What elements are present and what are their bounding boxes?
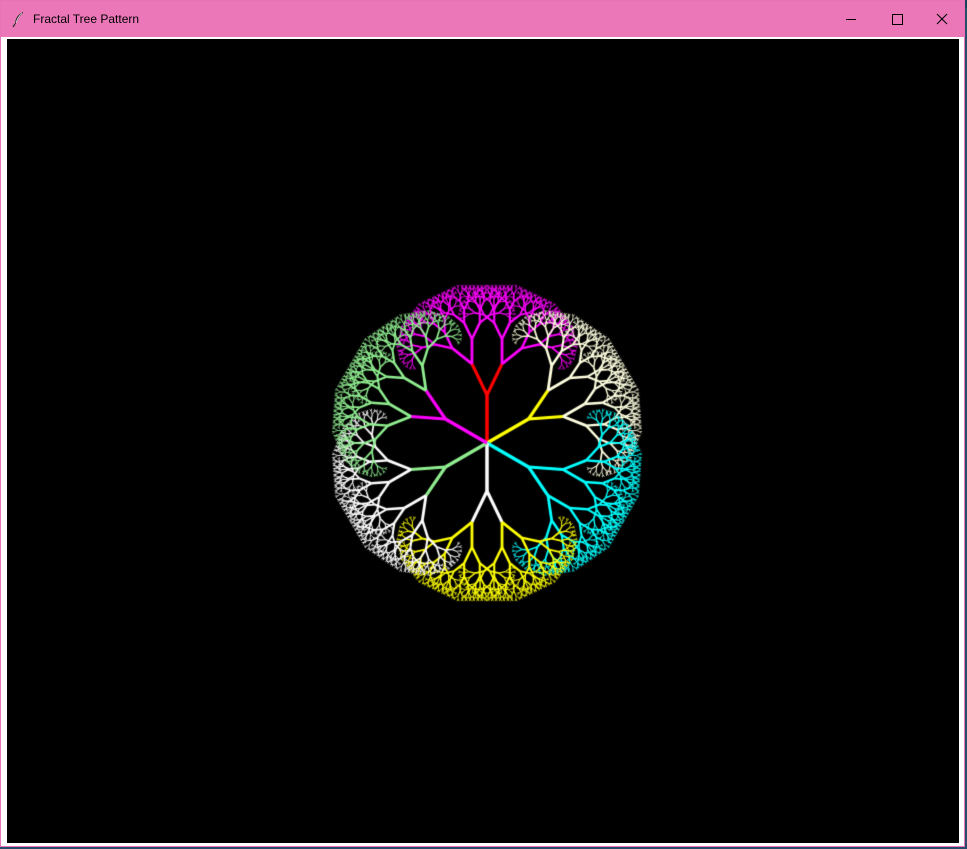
fractal-tree-canvas <box>7 39 959 843</box>
app-window: Fractal Tree Pattern <box>0 0 965 847</box>
close-button[interactable] <box>920 1 966 37</box>
maximize-button[interactable] <box>874 1 920 37</box>
drawing-area <box>7 39 959 843</box>
maximize-icon <box>892 14 903 25</box>
minimize-button[interactable] <box>828 1 874 37</box>
feather-icon <box>10 10 28 28</box>
title-bar[interactable]: Fractal Tree Pattern <box>1 1 964 37</box>
minimize-icon <box>846 19 856 20</box>
window-title: Fractal Tree Pattern <box>33 12 140 26</box>
close-icon <box>936 13 948 25</box>
